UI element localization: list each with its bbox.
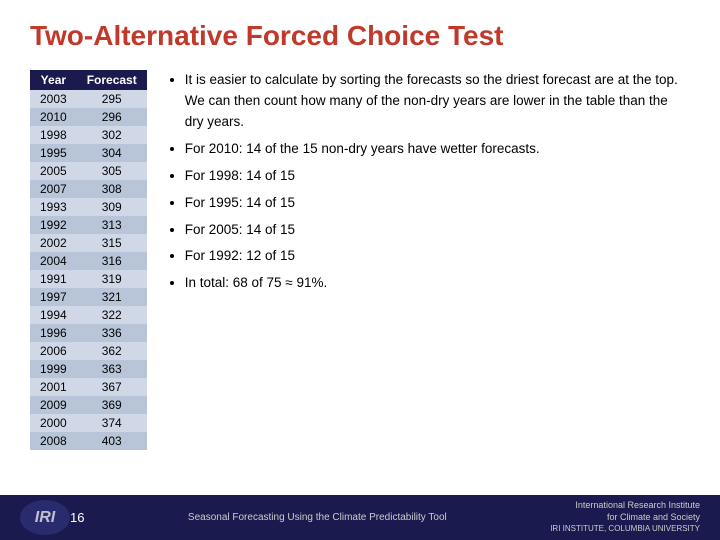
table-cell: 322 [77, 306, 147, 324]
slide: Two-Alternative Forced Choice Test Year … [0, 0, 720, 540]
table-cell: 2010 [30, 108, 77, 126]
table-row: 1997321 [30, 288, 147, 306]
footer-subtitle: Seasonal Forecasting Using the Climate P… [94, 512, 540, 523]
table-row: 2001367 [30, 378, 147, 396]
table-row: 1996336 [30, 324, 147, 342]
table-cell: 1992 [30, 216, 77, 234]
bullet-item: For 1995: 14 of 15 [185, 193, 690, 214]
table-cell: 316 [77, 252, 147, 270]
table-cell: 315 [77, 234, 147, 252]
table-cell: 336 [77, 324, 147, 342]
table-row: 1992313 [30, 216, 147, 234]
table-row: 1998302 [30, 126, 147, 144]
col-year: Year [30, 70, 77, 90]
table-cell: 304 [77, 144, 147, 162]
table-cell: 2005 [30, 162, 77, 180]
table-cell: 305 [77, 162, 147, 180]
table-row: 2005305 [30, 162, 147, 180]
org-name: International Research Institutefor Clim… [550, 500, 700, 533]
table-row: 1993309 [30, 198, 147, 216]
table-cell: 2006 [30, 342, 77, 360]
table-cell: 319 [77, 270, 147, 288]
bullets-list: It is easier to calculate by sorting the… [167, 70, 690, 294]
table-cell: 369 [77, 396, 147, 414]
table-cell: 2004 [30, 252, 77, 270]
table-cell: 362 [77, 342, 147, 360]
data-table: Year Forecast 20032952010296199830219953… [30, 70, 147, 450]
table-cell: 1993 [30, 198, 77, 216]
table-row: 1999363 [30, 360, 147, 378]
bullet-item: For 1992: 12 of 15 [185, 246, 690, 267]
table-cell: 1998 [30, 126, 77, 144]
table-row: 2000374 [30, 414, 147, 432]
table-cell: 1995 [30, 144, 77, 162]
table-cell: 1999 [30, 360, 77, 378]
table-row: 2004316 [30, 252, 147, 270]
table-container: Year Forecast 20032952010296199830219953… [30, 70, 147, 450]
table-row: 2003295 [30, 90, 147, 108]
bullet-item: It is easier to calculate by sorting the… [185, 70, 690, 133]
table-cell: 374 [77, 414, 147, 432]
table-cell: 313 [77, 216, 147, 234]
table-cell: 321 [77, 288, 147, 306]
table-cell: 2007 [30, 180, 77, 198]
table-row: 2007308 [30, 180, 147, 198]
table-cell: 2003 [30, 90, 77, 108]
table-cell: 1994 [30, 306, 77, 324]
bullet-item: For 2005: 14 of 15 [185, 220, 690, 241]
table-cell: 2000 [30, 414, 77, 432]
table-cell: 2001 [30, 378, 77, 396]
table-cell: 2002 [30, 234, 77, 252]
table-cell: 1996 [30, 324, 77, 342]
table-row: 2008403 [30, 432, 147, 450]
table-cell: 308 [77, 180, 147, 198]
footer-org: International Research Institutefor Clim… [550, 500, 700, 535]
footer-logo: IRI [20, 500, 70, 535]
table-cell: 1997 [30, 288, 77, 306]
page-title: Two-Alternative Forced Choice Test [30, 20, 690, 52]
table-cell: 295 [77, 90, 147, 108]
table-cell: 2009 [30, 396, 77, 414]
bullet-points: It is easier to calculate by sorting the… [167, 70, 690, 300]
table-cell: 367 [77, 378, 147, 396]
bullet-item: For 2010: 14 of the 15 non-dry years hav… [185, 139, 690, 160]
table-cell: 296 [77, 108, 147, 126]
table-cell: 1991 [30, 270, 77, 288]
table-row: 2010296 [30, 108, 147, 126]
table-cell: 309 [77, 198, 147, 216]
table-row: 2006362 [30, 342, 147, 360]
logo-text: IRI [35, 509, 55, 527]
table-cell: 2008 [30, 432, 77, 450]
table-cell: 302 [77, 126, 147, 144]
content-area: Year Forecast 20032952010296199830219953… [30, 70, 690, 450]
col-forecast: Forecast [77, 70, 147, 90]
table-cell: 403 [77, 432, 147, 450]
bullet-item: In total: 68 of 75 ≈ 91%. [185, 273, 690, 294]
bullet-item: For 1998: 14 of 15 [185, 166, 690, 187]
table-cell: 363 [77, 360, 147, 378]
table-row: 2002315 [30, 234, 147, 252]
table-row: 1994322 [30, 306, 147, 324]
table-row: 1991319 [30, 270, 147, 288]
footer-page-number: 16 [70, 510, 84, 525]
footer: IRI 16 Seasonal Forecasting Using the Cl… [0, 495, 720, 540]
table-header-row: Year Forecast [30, 70, 147, 90]
table-row: 2009369 [30, 396, 147, 414]
table-row: 1995304 [30, 144, 147, 162]
